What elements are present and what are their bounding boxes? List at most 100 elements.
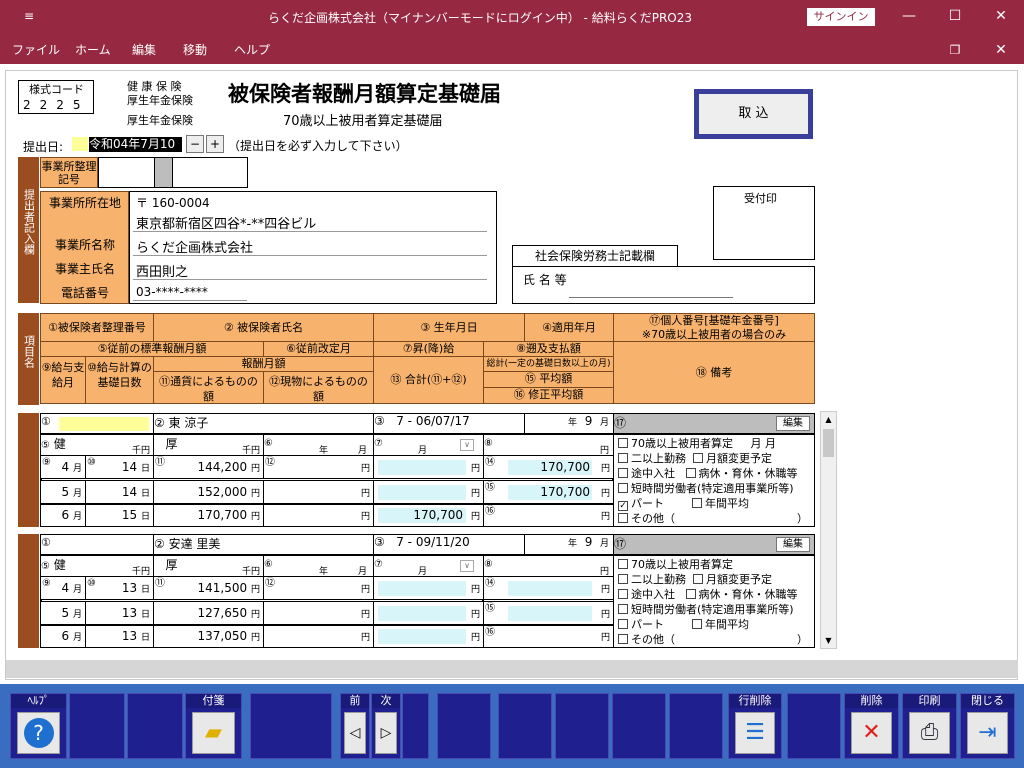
menu-edit[interactable]: 編集 — [132, 41, 156, 58]
owner-name[interactable]: 西田則之 — [136, 261, 188, 280]
checkbox-kyuu[interactable] — [685, 589, 696, 599]
scroll-thumb[interactable] — [823, 429, 834, 457]
checkbox-nenkan[interactable] — [691, 619, 702, 629]
apply-month-cell[interactable]: 年 9 月 — [524, 413, 614, 434]
checkbox-henkou[interactable] — [693, 453, 703, 463]
empty-button-10[interactable] — [787, 693, 841, 759]
checkbox-nenkan[interactable] — [691, 498, 702, 508]
restore-icon[interactable]: ❐ — [932, 34, 978, 68]
empty-button-4[interactable] — [402, 693, 429, 759]
chevron-down-icon[interactable]: ∨ — [460, 560, 474, 572]
date-minus-button[interactable]: − — [186, 135, 204, 153]
goods-5[interactable]: 円 — [263, 601, 374, 625]
empty-button-6[interactable] — [498, 693, 552, 759]
record-no-cell[interactable]: ① — [40, 413, 154, 434]
currency-6[interactable]: 170,700 円 — [153, 504, 264, 527]
scroll-up-icon[interactable]: ▲ — [821, 412, 836, 427]
date-plus-button[interactable]: + — [206, 135, 224, 153]
empty-button-1[interactable] — [69, 693, 125, 759]
checkbox-other[interactable] — [618, 634, 628, 644]
name-cell[interactable]: ② 安達 里美 — [153, 534, 374, 555]
name-cell[interactable]: ② 東 涼子 — [153, 413, 374, 434]
checkbox-nijou[interactable] — [618, 453, 628, 463]
days-6[interactable]: 15 日 — [85, 504, 154, 527]
insured-no-field[interactable] — [59, 417, 149, 431]
total-4[interactable]: 円 — [373, 576, 484, 600]
record-no-cell[interactable]: ① — [40, 534, 154, 555]
office-code-field-2[interactable] — [172, 157, 248, 188]
postal-code[interactable]: 〒 160-0004 — [136, 194, 210, 211]
checkbox-henkou[interactable] — [693, 574, 703, 584]
total-5[interactable]: 円 — [373, 601, 484, 625]
minimize-icon[interactable]: — — [886, 0, 932, 34]
help-button[interactable]: ﾍﾙﾌﾟ? — [10, 693, 67, 759]
days-5[interactable]: 14 日 — [85, 480, 154, 504]
checkbox-part[interactable]: ✓ — [618, 501, 628, 511]
menu-home[interactable]: ホーム — [75, 41, 111, 58]
child-close-icon[interactable]: ✕ — [978, 34, 1024, 68]
apply-month-cell[interactable]: 年 9 月 — [524, 534, 614, 555]
next-button[interactable]: 次 ▷ — [371, 693, 401, 759]
std-ken-cell[interactable]: ⑤ 健千円 — [40, 555, 154, 577]
total-4[interactable]: 円 — [373, 455, 484, 479]
checkbox-part[interactable] — [618, 619, 628, 629]
checkbox-tanjikan[interactable] — [618, 483, 628, 493]
days-5[interactable]: 13 日 — [85, 601, 154, 625]
checkbox-70[interactable] — [618, 559, 628, 569]
retro-cell[interactable]: ⑧円 — [483, 434, 614, 456]
checkbox-tochu[interactable] — [618, 468, 628, 478]
goods-6[interactable]: 円 — [263, 625, 374, 648]
edit-button[interactable]: 編集 — [776, 537, 810, 552]
prev-button[interactable]: 前 ◁ — [340, 693, 370, 759]
checkbox-kyuu[interactable] — [685, 468, 696, 478]
days-4[interactable]: ⑩ 13 日 — [85, 576, 154, 600]
std-kou-cell[interactable]: 厚千円 — [153, 555, 264, 577]
checkbox-other[interactable] — [618, 513, 628, 523]
goods-4[interactable]: ⑫円 — [263, 576, 374, 600]
delete-button[interactable]: 削除 ✕ — [844, 693, 899, 759]
currency-4[interactable]: ⑪ 144,200 円 — [153, 455, 264, 479]
pay-month-4[interactable]: ⑨4 月 — [40, 455, 86, 479]
print-button[interactable]: 印刷 ⎙ — [902, 693, 957, 759]
total-6[interactable]: 170,700 円 — [373, 504, 484, 527]
office-code-field-1[interactable] — [98, 157, 155, 188]
mynumber-cell[interactable]: ⑰ 編集 — [613, 534, 815, 555]
import-button[interactable]: 取 込 — [694, 89, 813, 139]
empty-button-8[interactable] — [612, 693, 666, 759]
empty-button-2[interactable] — [127, 693, 183, 759]
birth-cell[interactable]: ③ 7 - 06/07/17 — [373, 413, 525, 434]
avg-cell[interactable]: ⑮ 170,700 円 — [483, 480, 614, 504]
checkbox-tanjikan[interactable] — [618, 604, 628, 614]
system-menu-icon[interactable]: ≡ — [24, 9, 34, 23]
menu-file[interactable]: ファイル — [12, 41, 60, 58]
office-address[interactable]: 東京都新宿区四谷*-**四谷ビル — [136, 213, 316, 232]
empty-button-5[interactable] — [437, 693, 491, 759]
close-icon[interactable]: ✕ — [978, 0, 1024, 34]
empty-button-3[interactable] — [250, 693, 332, 759]
avg-cell[interactable]: ⑮円 — [483, 601, 614, 625]
pay-month-5[interactable]: 5 月 — [40, 601, 86, 625]
sum-cell[interactable]: ⑭円 — [483, 576, 614, 600]
currency-6[interactable]: 137,050 円 — [153, 625, 264, 648]
prev-revision-cell[interactable]: ⑥年月 — [263, 434, 374, 456]
goods-4[interactable]: ⑫円 — [263, 455, 374, 479]
menu-help[interactable]: ヘルプ — [234, 41, 270, 58]
vertical-scrollbar[interactable]: ▲ ▼ — [820, 411, 837, 649]
goods-5[interactable]: 円 — [263, 480, 374, 504]
birth-cell[interactable]: ③ 7 - 09/11/20 — [373, 534, 525, 555]
pay-month-6[interactable]: 6 月 — [40, 625, 86, 648]
menu-move[interactable]: 移動 — [183, 41, 207, 58]
checkbox-70[interactable] — [618, 438, 628, 448]
total-6[interactable]: 円 — [373, 625, 484, 648]
maximize-icon[interactable]: ☐ — [932, 0, 978, 34]
office-name[interactable]: らくだ企画株式会社 — [136, 237, 253, 256]
sharoushi-box[interactable]: 氏 名 等 — [512, 266, 815, 304]
sum-cell[interactable]: ⑭ 170,700 円 — [483, 455, 614, 479]
days-6[interactable]: 13 日 — [85, 625, 154, 648]
edit-button[interactable]: 編集 — [776, 416, 810, 431]
pay-month-6[interactable]: 6 月 — [40, 504, 86, 527]
pay-month-5[interactable]: 5 月 — [40, 480, 86, 504]
empty-button-7[interactable] — [555, 693, 609, 759]
retro-cell[interactable]: ⑧円 — [483, 555, 614, 577]
chevron-down-icon[interactable]: ∨ — [460, 439, 474, 451]
